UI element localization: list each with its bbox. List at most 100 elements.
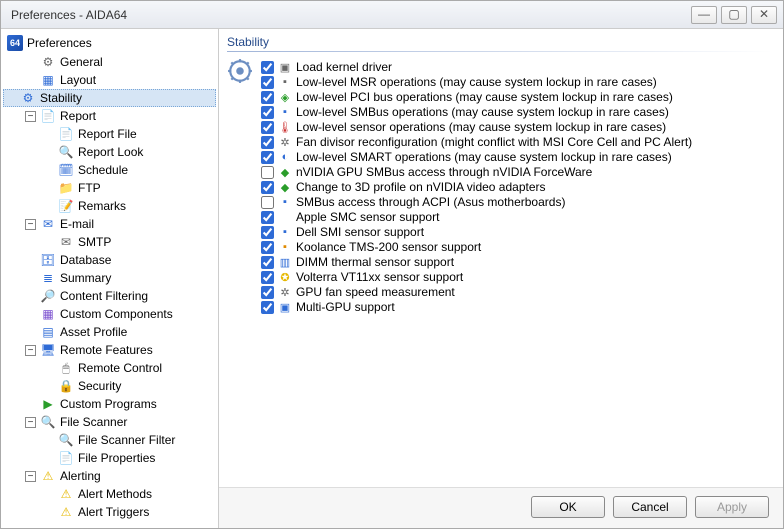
remote-features-icon: 🖥	[40, 342, 56, 358]
close-button[interactable]: ✕	[751, 6, 777, 24]
tree-item-label: Remote Control	[78, 361, 162, 375]
tree-item-content-filtering[interactable]: 🔎Content Filtering	[3, 287, 216, 305]
expander-icon[interactable]: −	[25, 471, 36, 482]
option-checkbox[interactable]	[261, 151, 274, 164]
option-icon: 🌡	[278, 120, 292, 134]
option-icon: ✲	[278, 285, 292, 299]
remote-control-icon: 🖱	[58, 360, 74, 376]
expander-icon[interactable]: −	[25, 219, 36, 230]
custom-components-icon: ▦	[40, 306, 56, 322]
tree-item-schedule[interactable]: 🗓Schedule	[3, 161, 216, 179]
option-checkbox[interactable]	[261, 286, 274, 299]
apply-button[interactable]: Apply	[695, 496, 769, 518]
tree-item-label: File Scanner	[60, 415, 127, 429]
tree-item-file-properties[interactable]: 📄File Properties	[3, 449, 216, 467]
report-file-icon: 📄	[58, 126, 74, 142]
tree-item-remote-control[interactable]: 🖱 Remote Control	[3, 359, 216, 377]
titlebar: Preferences - AIDA64 — ▢ ✕	[1, 1, 783, 29]
asset-profile-icon: ▤	[40, 324, 56, 340]
tree-item-label: Alerting	[60, 469, 101, 483]
option-checkbox[interactable]	[261, 166, 274, 179]
option-checkbox[interactable]	[261, 211, 274, 224]
smtp-icon: ✉	[58, 234, 74, 250]
option-checkbox[interactable]	[261, 91, 274, 104]
option-row: ◈Low-level PCI bus operations (may cause…	[261, 90, 692, 104]
tree-item-remote-features[interactable]: −🖥 Remote Features	[3, 341, 216, 359]
option-checkbox[interactable]	[261, 271, 274, 284]
option-label: Change to 3D profile on nVIDIA video ada…	[296, 180, 546, 194]
tree-item-report[interactable]: −📄Report	[3, 107, 216, 125]
option-row: ▪SMBus access through ACPI (Asus motherb…	[261, 195, 692, 209]
option-checkbox[interactable]	[261, 136, 274, 149]
tree-item-remarks[interactable]: 📝Remarks	[3, 197, 216, 215]
tree-item-label: SMTP	[78, 235, 111, 249]
stability-panel: Stability ▣Load kernel driver▪Low-level …	[219, 29, 783, 487]
option-icon: ✪	[278, 270, 292, 284]
tree-item-report-look[interactable]: 🔍Report Look	[3, 143, 216, 161]
option-label: Fan divisor reconfiguration (might confl…	[296, 135, 692, 149]
expander-icon[interactable]: −	[25, 111, 36, 122]
panel-title: Stability	[227, 35, 773, 51]
nav-tree[interactable]: 64 Preferences ⚙General▦Layout⚙Stability…	[1, 29, 219, 528]
option-icon: ▪	[278, 240, 292, 254]
tree-item-file-scanner-filter[interactable]: 🔍File Scanner Filter	[3, 431, 216, 449]
tree-item-label: Remote Features	[60, 343, 153, 357]
option-label: Low-level SMART operations (may cause sy…	[296, 150, 672, 164]
option-checkbox[interactable]	[261, 181, 274, 194]
ok-button[interactable]: OK	[531, 496, 605, 518]
option-icon: ◆	[278, 165, 292, 179]
minimize-button[interactable]: —	[691, 6, 717, 24]
tree-item-smtp[interactable]: ✉ SMTP	[3, 233, 216, 251]
option-row: ◐ Low-level SMART operations (may cause s…	[261, 150, 692, 164]
option-checkbox[interactable]	[261, 256, 274, 269]
option-icon: ▣	[278, 300, 292, 314]
option-checkbox[interactable]	[261, 226, 274, 239]
tree-item-alert-methods[interactable]: ⚠Alert Methods	[3, 485, 216, 503]
option-checkbox[interactable]	[261, 301, 274, 314]
tree-root-preferences[interactable]: 64 Preferences	[3, 33, 216, 53]
tree-item-summary[interactable]: ≣Summary	[3, 269, 216, 287]
app-logo-icon: 64	[7, 35, 23, 51]
tree-item-stability[interactable]: ⚙Stability	[3, 89, 216, 107]
option-icon	[278, 210, 292, 224]
cancel-button[interactable]: Cancel	[613, 496, 687, 518]
option-checkbox[interactable]	[261, 76, 274, 89]
option-checkbox[interactable]	[261, 61, 274, 74]
tree-item-label: Summary	[60, 271, 111, 285]
tree-item-e-mail[interactable]: −✉E-mail	[3, 215, 216, 233]
tree-item-alerting[interactable]: −⚠Alerting	[3, 467, 216, 485]
tree-item-label: E-mail	[60, 217, 94, 231]
tree-item-database[interactable]: 🗄Database	[3, 251, 216, 269]
option-icon: ◐	[278, 150, 292, 164]
tree-item-report-file[interactable]: 📄Report File	[3, 125, 216, 143]
tree-item-security[interactable]: 🔒Security	[3, 377, 216, 395]
tree-item-label: Layout	[60, 73, 96, 87]
option-icon: ▪	[278, 75, 292, 89]
tree-item-alert-triggers[interactable]: ⚠Alert Triggers	[3, 503, 216, 521]
maximize-button[interactable]: ▢	[721, 6, 747, 24]
tree-item-general[interactable]: ⚙General	[3, 53, 216, 71]
tree-item-ftp[interactable]: 📁FTP	[3, 179, 216, 197]
tree-item-custom-components[interactable]: ▦Custom Components	[3, 305, 216, 323]
tree-item-label: Alert Methods	[78, 487, 152, 501]
expander-icon[interactable]: −	[25, 417, 36, 428]
option-checkbox[interactable]	[261, 106, 274, 119]
option-label: Low-level PCI bus operations (may cause …	[296, 90, 673, 104]
option-row: Apple SMC sensor support	[261, 210, 692, 224]
report-icon: 📄	[40, 108, 56, 124]
tree-item-custom-programs[interactable]: ▶Custom Programs	[3, 395, 216, 413]
option-checkbox[interactable]	[261, 241, 274, 254]
option-label: Low-level sensor operations (may cause s…	[296, 120, 666, 134]
option-row: ◆nVIDIA GPU SMBus access through nVIDIA …	[261, 165, 692, 179]
option-checkbox[interactable]	[261, 121, 274, 134]
tree-item-asset-profile[interactable]: ▤Asset Profile	[3, 323, 216, 341]
option-label: Volterra VT11xx sensor support	[296, 270, 463, 284]
option-checkbox[interactable]	[261, 196, 274, 209]
stability-icon: ⚙	[20, 90, 36, 106]
tree-item-file-scanner[interactable]: −🔍File Scanner	[3, 413, 216, 431]
option-row: ✲Fan divisor reconfiguration (might conf…	[261, 135, 692, 149]
tree-item-layout[interactable]: ▦Layout	[3, 71, 216, 89]
expander-icon[interactable]: −	[25, 345, 36, 356]
custom-programs-icon: ▶	[40, 396, 56, 412]
file-properties-icon: 📄	[58, 450, 74, 466]
